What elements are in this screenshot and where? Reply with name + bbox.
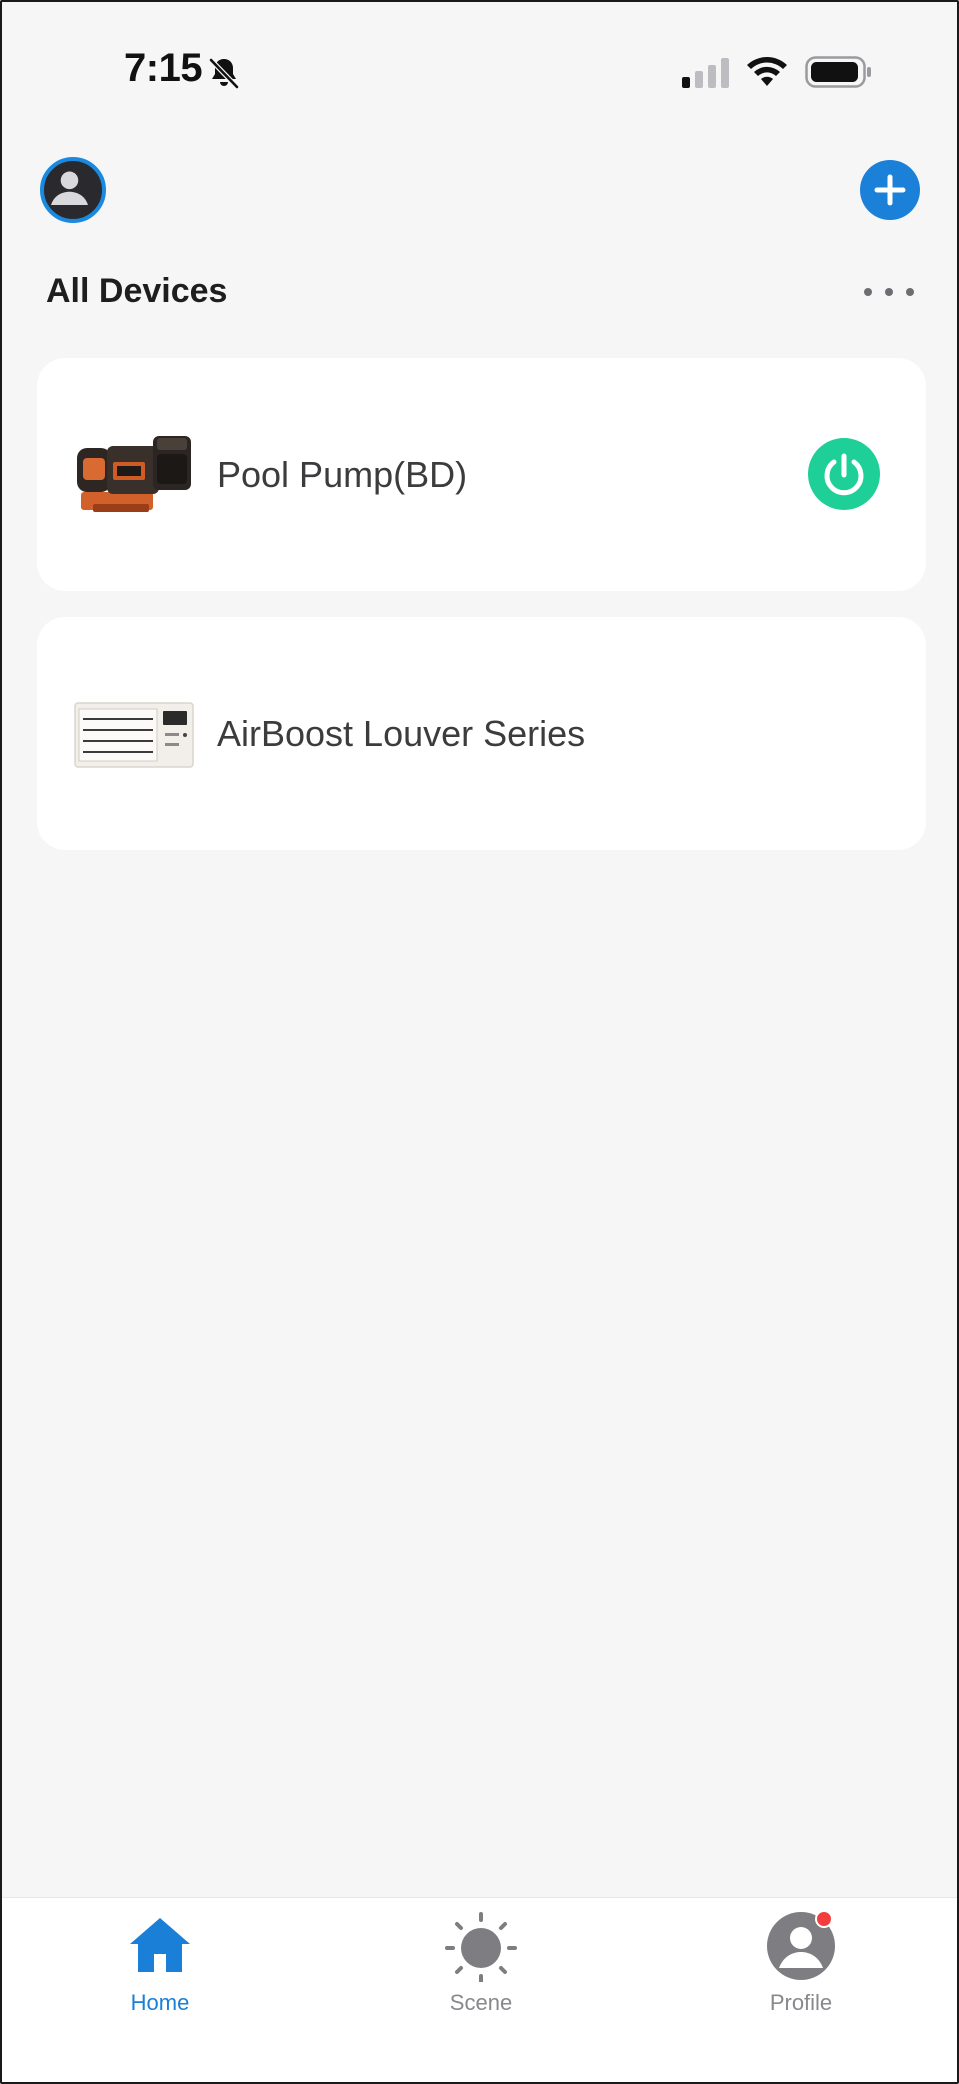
plus-icon <box>874 174 906 206</box>
device-name: Pool Pump(BD) <box>217 454 468 495</box>
cellular-signal-icon <box>682 58 729 88</box>
page-title: All Devices <box>46 272 228 310</box>
device-card-pool-pump[interactable]: Pool Pump(BD) <box>37 358 926 591</box>
device-card-airboost[interactable]: AirBoost Louver Series <box>37 617 926 850</box>
add-device-button[interactable] <box>860 160 920 220</box>
bell-slash-icon <box>209 58 239 89</box>
tab-label: Profile <box>769 1990 833 2015</box>
wifi-icon <box>747 57 787 86</box>
pool-pump-thumbnail <box>77 436 191 512</box>
app-screen: 7:15 All Devices Pool Pump(BD) AirBoost … <box>0 0 959 2084</box>
tab-label: Home <box>130 1990 190 2015</box>
power-toggle-button[interactable] <box>808 438 880 510</box>
notification-badge <box>815 1910 833 1928</box>
home-icon <box>130 1918 190 1972</box>
more-options-button[interactable] <box>864 277 914 307</box>
power-icon <box>824 453 864 496</box>
bottom-tab-bar: Home Scene Profile <box>2 1897 957 2082</box>
tab-profile[interactable]: Profile <box>721 1898 881 2018</box>
battery-icon <box>805 56 871 88</box>
tab-home[interactable]: Home <box>80 1898 240 2018</box>
status-time: 7:15 <box>124 46 203 90</box>
tab-scene[interactable]: Scene <box>401 1898 561 2018</box>
device-name: AirBoost Louver Series <box>217 713 586 754</box>
more-horizontal-icon <box>864 288 872 296</box>
user-avatar-button[interactable] <box>40 157 106 223</box>
sun-icon <box>445 1912 517 1982</box>
user-avatar-icon <box>51 171 88 205</box>
louver-thumbnail <box>74 702 194 768</box>
tab-label: Scene <box>449 1990 513 2015</box>
